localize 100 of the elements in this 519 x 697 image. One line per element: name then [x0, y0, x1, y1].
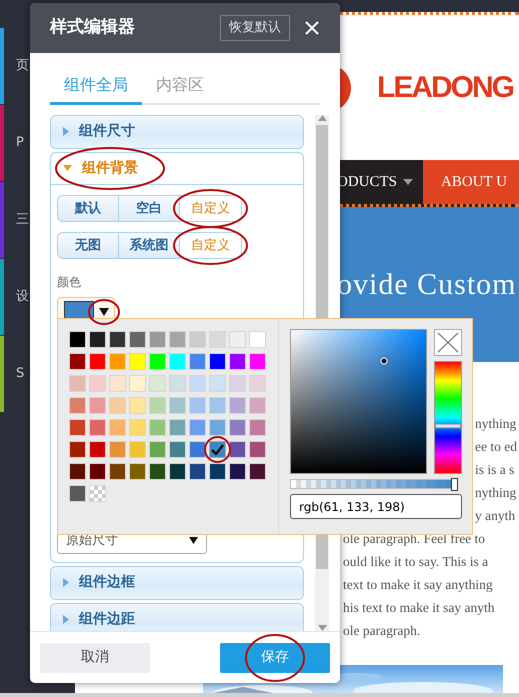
- color-swatch[interactable]: [189, 441, 206, 458]
- color-swatch[interactable]: [129, 375, 146, 392]
- color-swatch[interactable]: [249, 463, 266, 480]
- color-swatch[interactable]: [189, 463, 206, 480]
- color-swatch[interactable]: [69, 463, 86, 480]
- color-swatch[interactable]: [89, 441, 106, 458]
- color-swatch[interactable]: [89, 485, 106, 502]
- color-swatch[interactable]: [169, 375, 186, 392]
- color-swatch[interactable]: [249, 419, 266, 436]
- color-swatch[interactable]: [169, 397, 186, 414]
- color-swatch[interactable]: [149, 353, 166, 370]
- panel-header[interactable]: 组件尺寸: [51, 116, 303, 148]
- color-swatch[interactable]: [149, 375, 166, 392]
- panel-header[interactable]: 组件背景: [51, 152, 303, 185]
- color-swatch[interactable]: [169, 441, 186, 458]
- tab[interactable]: 组件全局: [50, 68, 142, 105]
- color-swatch[interactable]: [149, 397, 166, 414]
- clear-icon[interactable]: [435, 330, 461, 355]
- segment-option[interactable]: 空白: [119, 196, 180, 221]
- segment-option[interactable]: 无图: [58, 232, 119, 258]
- close-icon[interactable]: [304, 20, 320, 36]
- segment-option[interactable]: 默认: [58, 196, 119, 221]
- color-swatch[interactable]: [169, 353, 186, 370]
- opacity-slider[interactable]: [290, 479, 456, 489]
- color-swatch[interactable]: [229, 375, 246, 392]
- color-swatch[interactable]: [149, 463, 166, 480]
- color-swatch[interactable]: [229, 331, 246, 348]
- nav-item[interactable]: ABOUT U: [423, 160, 519, 204]
- color-swatch[interactable]: [169, 331, 186, 348]
- color-swatch[interactable]: [89, 397, 106, 414]
- color-swatch[interactable]: [129, 441, 146, 458]
- color-swatch[interactable]: [109, 397, 126, 414]
- paragraph-line: his text to make it say anyth: [343, 599, 494, 617]
- cancel-button[interactable]: 取消: [40, 642, 150, 673]
- color-swatch[interactable]: [109, 331, 126, 348]
- saturation-brightness-area[interactable]: [290, 329, 427, 474]
- color-swatch[interactable]: [69, 419, 86, 436]
- tab[interactable]: 内容区: [142, 68, 218, 105]
- color-swatch[interactable]: [89, 463, 106, 480]
- save-button[interactable]: 保存: [220, 642, 330, 673]
- color-swatch[interactable]: [69, 441, 86, 458]
- color-swatch[interactable]: [149, 331, 166, 348]
- segment-option[interactable]: 系统图: [119, 232, 180, 258]
- color-swatch[interactable]: [129, 419, 146, 436]
- color-swatch[interactable]: [169, 419, 186, 436]
- color-swatch[interactable]: [109, 441, 126, 458]
- color-swatch[interactable]: [209, 375, 226, 392]
- color-swatch[interactable]: [69, 353, 86, 370]
- color-swatch[interactable]: [89, 375, 106, 392]
- reset-button[interactable]: 恢复默认: [220, 15, 290, 41]
- color-swatch[interactable]: [189, 419, 206, 436]
- color-swatch[interactable]: [249, 397, 266, 414]
- paragraph-line: ould like it to say. This is a: [343, 553, 488, 571]
- color-swatch[interactable]: [189, 353, 206, 370]
- color-swatch[interactable]: [249, 441, 266, 458]
- color-swatch[interactable]: [229, 397, 246, 414]
- color-swatch[interactable]: [149, 419, 166, 436]
- color-swatch[interactable]: [109, 375, 126, 392]
- color-swatch[interactable]: [189, 331, 206, 348]
- color-swatch[interactable]: [149, 441, 166, 458]
- panel-header[interactable]: 组件边距: [51, 604, 303, 632]
- color-label: 颜色: [57, 274, 82, 291]
- color-value-field[interactable]: rgb(61, 133, 198): [290, 494, 462, 519]
- color-swatch[interactable]: [109, 353, 126, 370]
- color-swatch[interactable]: [89, 419, 106, 436]
- color-swatch[interactable]: [69, 375, 86, 392]
- color-swatch[interactable]: [209, 463, 226, 480]
- color-swatch[interactable]: [209, 419, 226, 436]
- panel-header[interactable]: 组件边框: [51, 566, 303, 599]
- color-swatch[interactable]: [129, 463, 146, 480]
- color-swatch[interactable]: [229, 441, 246, 458]
- color-swatch[interactable]: [109, 419, 126, 436]
- slider-handle[interactable]: [451, 478, 458, 491]
- color-swatch[interactable]: [129, 331, 146, 348]
- color-swatch[interactable]: [209, 441, 226, 458]
- color-swatch[interactable]: [169, 463, 186, 480]
- banner-heading: ovide Custom: [337, 268, 517, 302]
- scroll-down-icon[interactable]: [318, 625, 326, 632]
- color-swatch[interactable]: [129, 397, 146, 414]
- color-swatch[interactable]: [249, 353, 266, 370]
- caret-right-icon: [63, 615, 69, 624]
- color-swatch[interactable]: [209, 397, 226, 414]
- color-swatch[interactable]: [189, 397, 206, 414]
- color-swatch[interactable]: [229, 353, 246, 370]
- caret-down-icon: [63, 165, 72, 172]
- picker-marker[interactable]: [380, 358, 388, 365]
- color-swatch[interactable]: [229, 463, 246, 480]
- color-swatch[interactable]: [209, 353, 226, 370]
- color-swatch[interactable]: [249, 375, 266, 392]
- color-swatch[interactable]: [69, 331, 86, 348]
- color-swatch[interactable]: [69, 485, 86, 502]
- color-swatch[interactable]: [189, 375, 206, 392]
- color-swatch[interactable]: [89, 331, 106, 348]
- color-swatch[interactable]: [249, 331, 266, 348]
- scroll-up-icon[interactable]: [318, 114, 326, 121]
- color-swatch[interactable]: [109, 463, 126, 480]
- color-swatch[interactable]: [229, 419, 246, 436]
- color-swatch[interactable]: [69, 397, 86, 414]
- color-swatch[interactable]: [89, 353, 106, 370]
- color-swatch[interactable]: [129, 353, 146, 370]
